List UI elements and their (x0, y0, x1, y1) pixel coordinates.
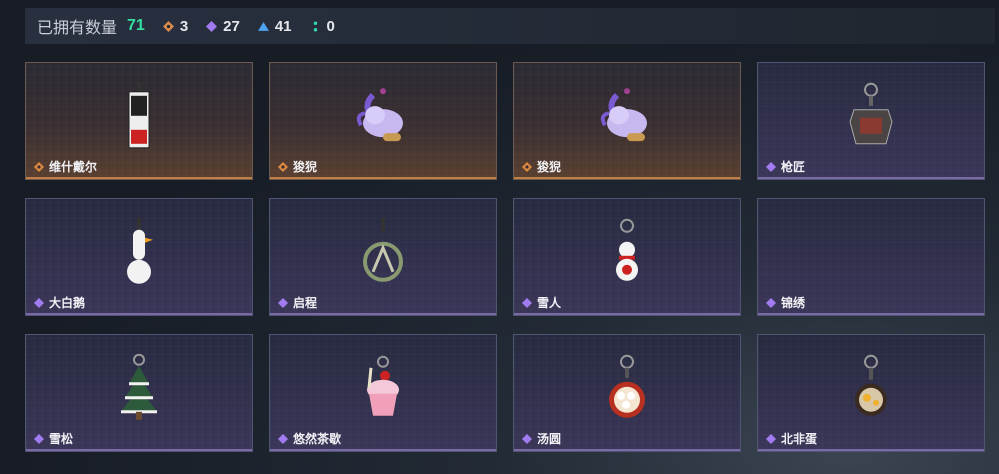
owned-summary-bar: 已拥有数量 71 3 27 41 0 (25, 8, 995, 44)
item-card[interactable]: 狻猊 (269, 62, 497, 180)
item-card[interactable]: 狻猊 (513, 62, 741, 180)
purple-rarity-icon (522, 297, 532, 308)
item-name: 维什戴尔 (49, 160, 98, 174)
snowy-pine-icon (121, 353, 157, 420)
tag-keychain-icon (128, 81, 150, 149)
purple-rarity-icon (766, 297, 776, 308)
lion-plush-icon (356, 88, 403, 142)
cupcake-icon (367, 355, 399, 416)
purple-rarity-icon (34, 433, 44, 444)
stat-teal-value: 0 (326, 17, 335, 35)
purple-diamond-icon (206, 20, 218, 32)
gunsmith-badge-icon (849, 82, 893, 145)
item-name: 锦绣 (781, 296, 806, 310)
tangyuan-bowl-icon (609, 354, 645, 418)
item-card[interactable]: 枪匠 (757, 62, 985, 180)
compass-ring-icon (363, 217, 403, 282)
stat-orange-value: 3 (179, 17, 189, 35)
orange-diamond-icon (162, 20, 174, 32)
item-name: 启程 (293, 296, 318, 310)
orange-rarity-icon (34, 161, 44, 172)
orange-rarity-icon (278, 161, 288, 172)
item-name: 枪匠 (781, 160, 806, 174)
teal-dots-icon (313, 20, 317, 32)
blue-triangle-icon (257, 21, 269, 31)
shakshuka-pan-icon (855, 354, 887, 416)
item-card[interactable]: 雪松 (25, 334, 253, 452)
stat-purple: 27 (206, 18, 240, 35)
stat-blue-value: 41 (274, 17, 292, 35)
item-name: 北非蛋 (781, 432, 818, 446)
item-name: 汤圆 (537, 432, 562, 446)
item-name: 悠然茶歇 (293, 432, 342, 446)
stat-purple-value: 27 (223, 17, 240, 35)
item-card[interactable]: 大白鹅 (25, 198, 253, 316)
item-card[interactable]: 悠然茶歇 (269, 334, 497, 452)
item-card[interactable]: 维什戴尔 (25, 62, 253, 180)
purple-rarity-icon (278, 433, 288, 444)
lion-plush-icon (600, 88, 647, 142)
white-goose-icon (127, 217, 153, 284)
item-name: 雪人 (537, 296, 562, 310)
item-card[interactable]: 北非蛋 (757, 334, 985, 452)
item-card[interactable]: 汤圆 (513, 334, 741, 452)
orange-rarity-icon (522, 161, 532, 172)
stat-blue: 41 (257, 17, 292, 35)
snowman-icon (616, 218, 638, 281)
purple-rarity-icon (522, 433, 532, 444)
item-card[interactable]: 启程 (269, 198, 497, 316)
item-card[interactable]: 雪人 (513, 198, 741, 316)
item-name: 雪松 (49, 432, 74, 446)
item-name: 狻猊 (537, 160, 562, 174)
item-grid: 维什戴尔 狻猊 狻猊 枪匠 大白鹅 启程 雪人 锦绣 雪松 悠然茶歇 汤圆 北非… (25, 62, 985, 452)
stat-orange: 3 (162, 17, 189, 35)
stat-teal: 0 (310, 18, 335, 35)
purple-rarity-icon (766, 433, 776, 444)
item-card[interactable]: 锦绣 (757, 198, 985, 316)
purple-rarity-icon (34, 297, 44, 308)
owned-count-label: 已拥有数量 (37, 20, 118, 37)
owned-count-total: 71 (127, 17, 145, 34)
purple-rarity-icon (278, 297, 288, 308)
item-name: 大白鹅 (49, 296, 86, 310)
purple-rarity-icon (766, 161, 776, 172)
item-name: 狻猊 (293, 160, 318, 174)
